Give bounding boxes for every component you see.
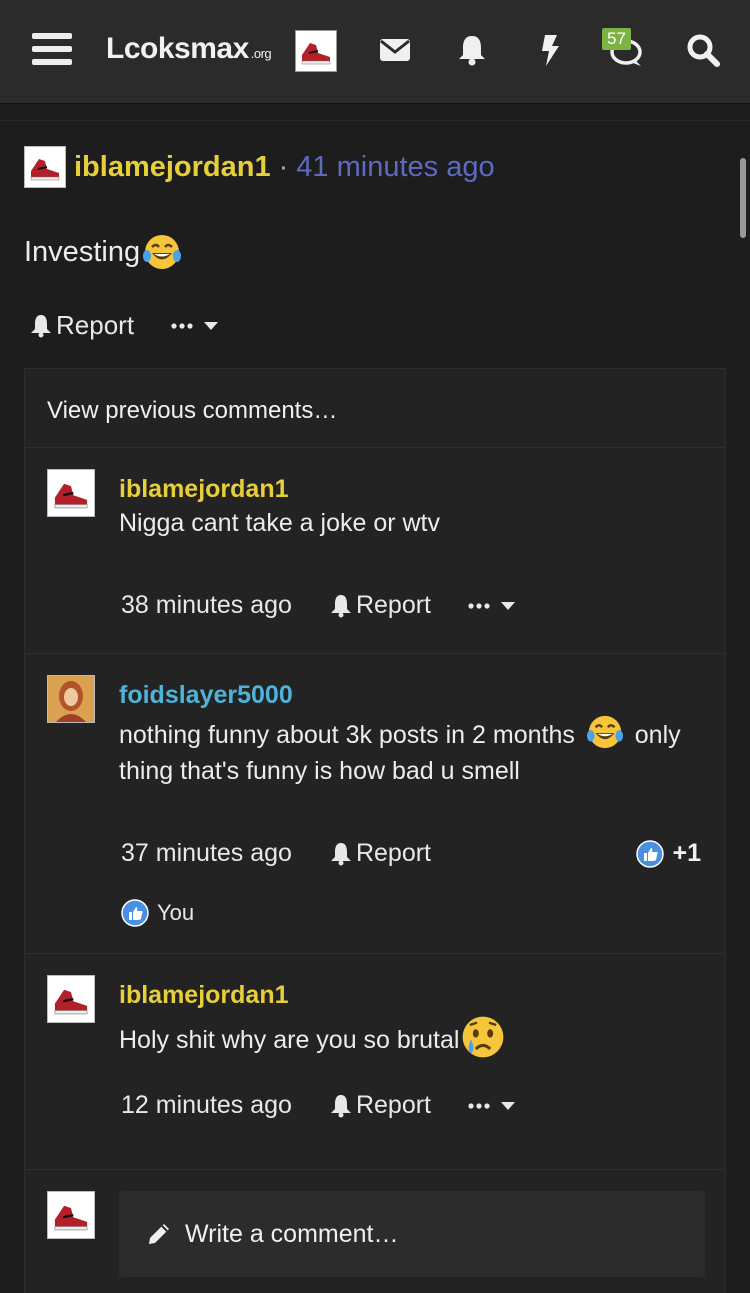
comment-avatar[interactable] [47, 975, 95, 1023]
ellipsis-icon [468, 1102, 490, 1109]
comment-username[interactable]: foidslayer5000 [119, 681, 293, 710]
more-options-button[interactable] [467, 1100, 517, 1112]
report-button[interactable]: Report [30, 310, 134, 341]
bell-icon [330, 1094, 351, 1117]
post-actions: Report [30, 310, 220, 341]
view-previous-comments-link[interactable]: View previous comments… [47, 397, 337, 425]
current-user-avatar[interactable] [47, 1191, 95, 1239]
user-avatar[interactable] [295, 30, 337, 72]
menu-icon[interactable] [32, 33, 72, 69]
post-header: iblamejordan1 · 41 minutes ago [24, 146, 495, 188]
comment-actions: 12 minutes ago Report [121, 1091, 517, 1120]
post-text: Investing [24, 235, 141, 268]
search-icon[interactable] [683, 30, 723, 70]
comment-text: nothing funny about 3k posts in 2 months… [119, 716, 709, 789]
separator: · [278, 150, 289, 183]
crying-face-emoji-icon [463, 1016, 504, 1058]
comment-item: foidslayer5000 nothing funny about 3k po… [25, 653, 725, 953]
comment-avatar[interactable] [47, 469, 95, 517]
reacted-by[interactable]: You [121, 899, 194, 927]
comment-item: iblamejordan1 Holy shit why are you so b… [25, 953, 725, 1169]
comment-text: Nigga cant take a joke or wtv [119, 509, 440, 537]
report-button[interactable]: Report [330, 839, 431, 868]
bell-icon [330, 594, 351, 617]
bolt-icon[interactable] [530, 30, 570, 70]
divider [25, 1169, 725, 1170]
post-timestamp[interactable]: 41 minutes ago [296, 151, 494, 184]
comment-timestamp[interactable]: 38 minutes ago [121, 591, 292, 620]
ellipsis-icon [468, 602, 490, 609]
comment-text: Holy shit why are you so brutal [119, 1016, 709, 1061]
bell-icon [330, 842, 351, 865]
divider [0, 120, 750, 121]
write-comment-input[interactable]: Write a comment… [119, 1191, 705, 1277]
pencil-icon [149, 1224, 169, 1244]
report-button[interactable]: Report [330, 591, 431, 620]
chevron-down-icon [501, 601, 515, 610]
tears-of-joy-emoji-icon [143, 235, 182, 269]
report-button[interactable]: Report [330, 1091, 431, 1120]
bell-icon [31, 314, 51, 337]
bell-icon[interactable] [452, 30, 492, 70]
comment-username[interactable]: iblamejordan1 [119, 475, 289, 504]
comment-avatar[interactable] [47, 675, 95, 723]
tears-of-joy-emoji-icon [586, 716, 623, 749]
comments-section: View previous comments… iblamejordan1 Ni… [24, 368, 726, 1293]
mail-icon[interactable] [375, 30, 415, 70]
ellipsis-icon [171, 322, 193, 329]
top-navigation-bar: Lcoksmax .org 57 [0, 0, 750, 104]
post-body: Investing [24, 232, 182, 272]
thumbs-up-icon [121, 899, 149, 927]
chevron-down-icon [204, 321, 219, 330]
post-avatar[interactable] [24, 146, 66, 188]
site-logo[interactable]: Lcoksmax .org [106, 32, 272, 66]
comment-timestamp[interactable]: 12 minutes ago [121, 1091, 292, 1120]
more-options-button[interactable] [170, 320, 220, 332]
post-username[interactable]: iblamejordan1 [74, 151, 271, 184]
comment-item: iblamejordan1 Nigga cant take a joke or … [25, 447, 725, 653]
chevron-down-icon [501, 1101, 515, 1110]
conversations-badge: 57 [602, 28, 631, 50]
comment-timestamp[interactable]: 37 minutes ago [121, 839, 292, 868]
scrollbar[interactable] [740, 158, 746, 238]
thumbs-up-icon [636, 839, 665, 868]
comment-username[interactable]: iblamejordan1 [119, 981, 289, 1010]
more-options-button[interactable] [467, 600, 517, 612]
reaction-summary[interactable]: +1 [636, 839, 701, 868]
comment-actions: 37 minutes ago Report [121, 839, 467, 868]
comment-actions: 38 minutes ago Report [121, 591, 517, 620]
